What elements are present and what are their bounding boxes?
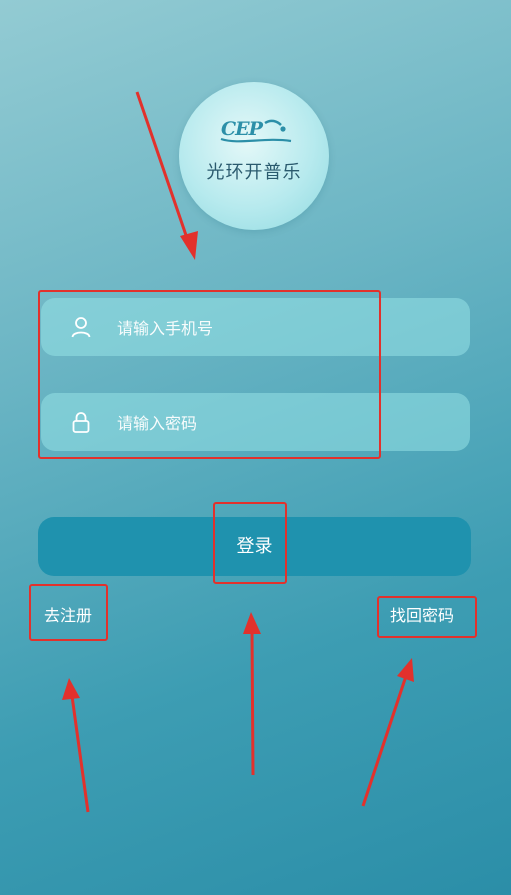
logo-mark-icon: CEP [220,118,292,143]
annotation-box-register [29,584,108,641]
brand-name: 光环开普乐 [206,162,302,183]
arrow-to-login [243,612,261,776]
annotation-box-forgot [377,596,477,638]
arrow-to-forgot [361,658,414,807]
app-logo: CEP 光环开普乐 [179,82,329,230]
annotation-box-inputs [38,290,381,459]
arrow-to-register [62,678,90,813]
svg-text:CEP: CEP [221,118,264,140]
annotation-box-login [213,502,287,584]
